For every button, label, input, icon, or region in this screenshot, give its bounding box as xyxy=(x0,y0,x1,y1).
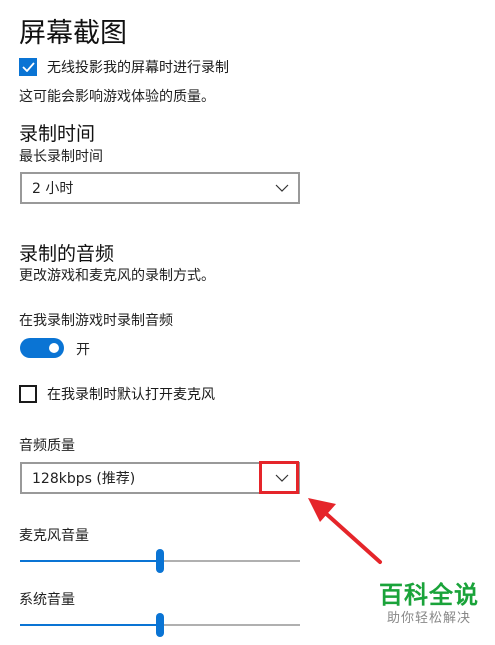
toggle-state-label: 开 xyxy=(76,342,90,358)
wireless-projection-label: 无线投影我的屏幕时进行录制 xyxy=(47,60,229,76)
system-volume-fill xyxy=(20,624,160,626)
recorded-audio-description: 更改游戏和麦克风的录制方式。 xyxy=(19,268,215,284)
audio-quality-value: 128kbps (推荐) xyxy=(32,471,136,487)
mic-volume-thumb[interactable] xyxy=(156,549,164,573)
mic-volume-slider[interactable] xyxy=(20,549,300,573)
max-recording-time-label: 最长录制时间 xyxy=(19,149,103,165)
system-volume-thumb[interactable] xyxy=(156,613,164,637)
audio-quality-dropdown[interactable]: 128kbps (推荐) xyxy=(20,462,300,494)
mic-volume-label: 麦克风音量 xyxy=(19,528,89,544)
toggle-knob xyxy=(49,343,59,353)
recording-time-heading: 录制时间 xyxy=(19,123,96,145)
max-recording-time-value: 2 小时 xyxy=(32,181,74,197)
audio-quality-label: 音频质量 xyxy=(19,438,75,454)
watermark: 百科全说 助你轻松解决 xyxy=(370,580,488,628)
annotation-highlight-box xyxy=(259,461,299,494)
recorded-audio-heading: 录制的音频 xyxy=(19,243,115,265)
page-title: 屏幕截图 xyxy=(19,18,127,49)
mic-default-label: 在我录制时默认打开麦克风 xyxy=(47,387,215,403)
chevron-down-icon xyxy=(275,184,289,192)
quality-warning-text: 这可能会影响游戏体验的质量。 xyxy=(19,89,215,105)
mic-default-checkbox[interactable]: 在我录制时默认打开麦克风 xyxy=(19,384,215,404)
mic-default-checkbox-box[interactable] xyxy=(19,385,37,403)
watermark-main-text: 百科全说 xyxy=(379,581,479,609)
system-volume-label: 系统音量 xyxy=(19,592,75,608)
watermark-sub-text: 助你轻松解决 xyxy=(386,611,471,626)
mic-volume-fill xyxy=(20,560,160,562)
system-volume-slider[interactable] xyxy=(20,613,300,637)
record-audio-label: 在我录制游戏时录制音频 xyxy=(19,313,173,329)
record-audio-toggle[interactable] xyxy=(20,338,64,358)
checkmark-icon xyxy=(21,62,35,72)
wireless-projection-checkbox-box[interactable] xyxy=(19,58,37,76)
wireless-projection-checkbox[interactable]: 无线投影我的屏幕时进行录制 xyxy=(19,57,229,77)
annotation-arrow-icon xyxy=(308,498,382,564)
max-recording-time-dropdown[interactable]: 2 小时 xyxy=(20,172,300,204)
